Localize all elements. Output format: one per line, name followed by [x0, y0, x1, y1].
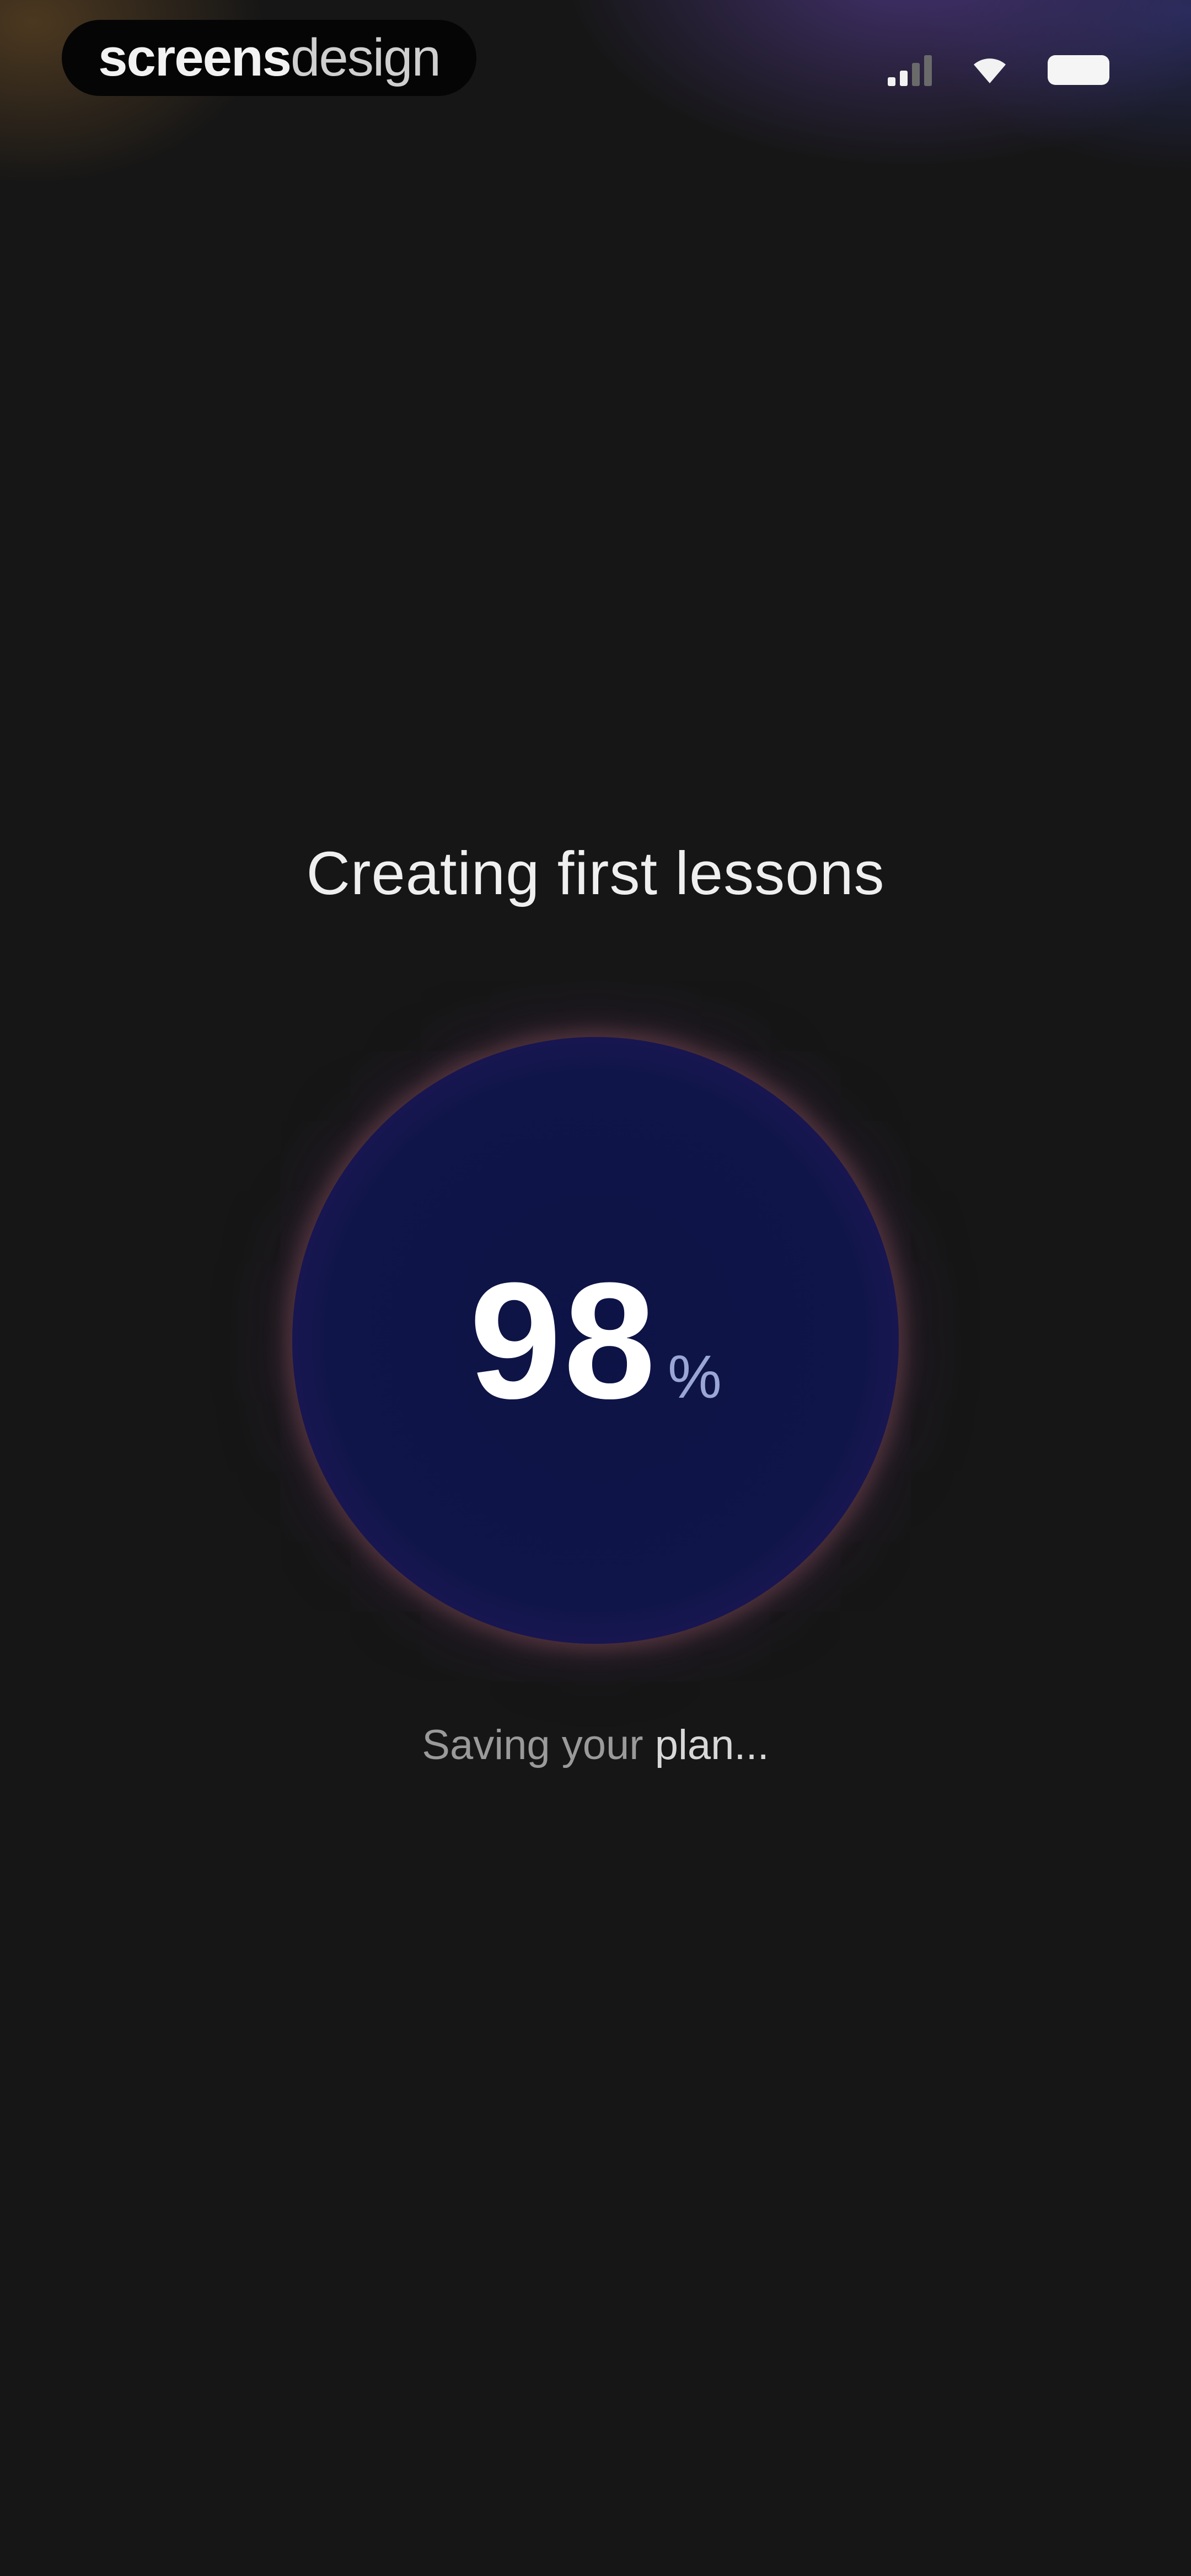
progress-percent-sign: %: [667, 1343, 722, 1411]
brand-watermark: screens design: [62, 20, 476, 96]
page-title: Creating first lessons: [306, 840, 885, 907]
loading-screen: screens design Creating first lessons 98 …: [0, 0, 1191, 2576]
cellular-signal-icon: [888, 54, 932, 86]
progress-readout: 98 %: [469, 1258, 722, 1423]
progress-orb: 98 %: [292, 1037, 899, 1644]
brand-text-light: design: [291, 28, 441, 87]
brand-text-strong: screens: [98, 28, 292, 87]
status-message: Saving your plan...: [0, 1721, 1191, 1769]
status-bar-icons: [888, 51, 1109, 89]
wifi-icon: [972, 56, 1008, 84]
status-message-dim: Saving your: [422, 1722, 655, 1768]
battery-icon: [1048, 55, 1109, 85]
progress-percent-value: 98: [469, 1248, 658, 1433]
status-message-bright: plan...: [654, 1722, 769, 1768]
